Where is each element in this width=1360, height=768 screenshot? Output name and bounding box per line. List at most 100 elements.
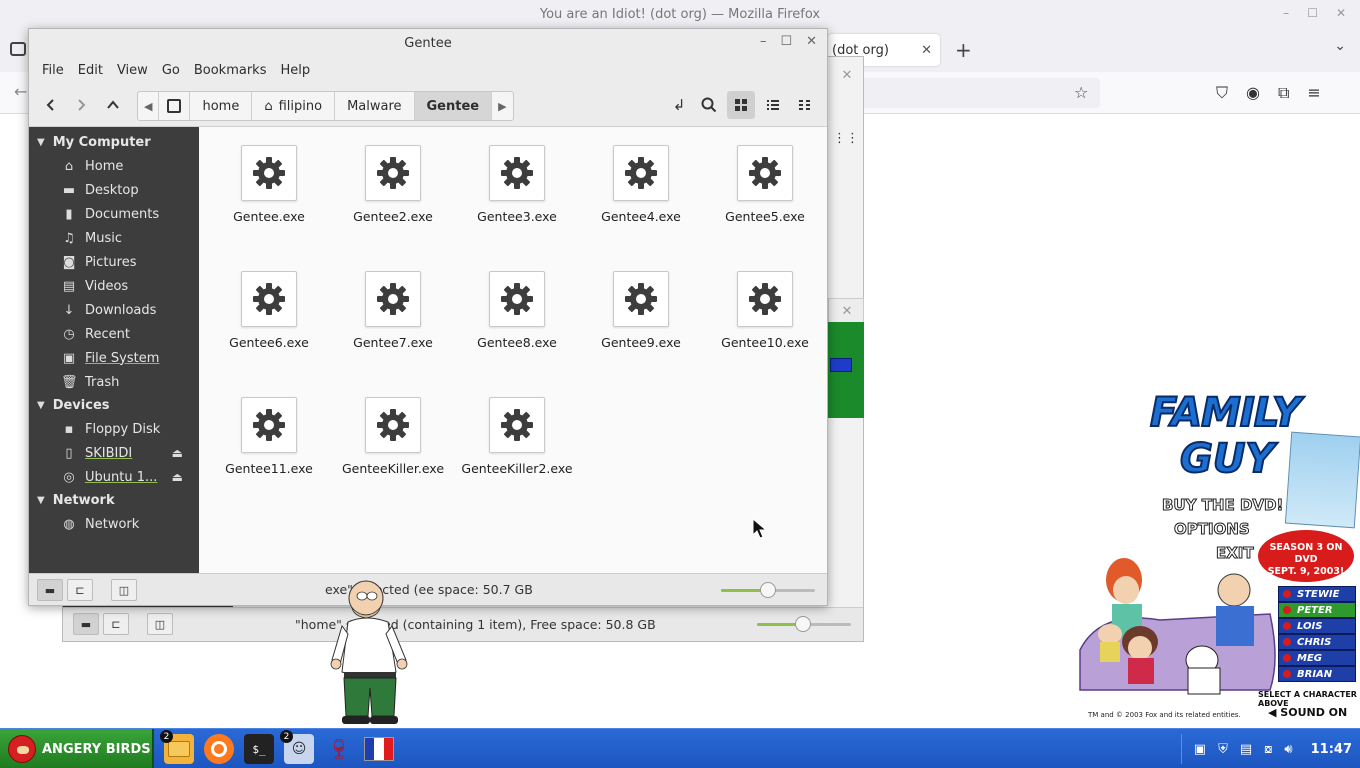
start-button[interactable]: ANGERY BIRDS (0, 729, 154, 768)
sidebar-item-pictures[interactable]: ◙ Pictures (29, 250, 199, 274)
taskbar-wine[interactable]: 🍷︎ (324, 734, 354, 764)
menu-view[interactable]: View (110, 63, 155, 78)
up-button[interactable] (99, 91, 127, 119)
eject-icon[interactable]: ⏏ (172, 470, 183, 484)
sidebar-item-home[interactable]: ⌂ Home (29, 154, 199, 178)
volume-icon[interactable]: 🔊︎ (1284, 742, 1292, 757)
tree-toggle-button[interactable]: ⊏ (103, 613, 129, 635)
sidebar-item-documents[interactable]: ▮ Documents (29, 202, 199, 226)
sidebar-item-downloads[interactable]: ↓ Downloads (29, 298, 199, 322)
sidebar-item-network[interactable]: ◍ Network (29, 512, 199, 536)
zoom-slider-knob[interactable] (760, 582, 776, 598)
shield-icon[interactable]: ⛨ (1218, 742, 1228, 757)
menu-go[interactable]: Go (155, 63, 187, 78)
firefox-view-icon[interactable] (10, 42, 26, 56)
breadcrumb-malware[interactable]: Malware (335, 92, 415, 120)
sidebar-toggle-button[interactable]: ◫ (111, 579, 137, 601)
menu-edit[interactable]: Edit (71, 63, 110, 78)
taskbar-family-app[interactable]: 2 ☺ (280, 730, 314, 764)
breadcrumb-home[interactable]: home (190, 92, 253, 120)
tab-close-icon[interactable]: ✕ (921, 43, 932, 58)
list-tabs-icon[interactable]: ⌄ (1334, 38, 1346, 54)
sidebar-section-devices[interactable]: ▼ Devices (29, 394, 199, 417)
bookmark-star-icon[interactable]: ☆ (1074, 83, 1088, 102)
close-button[interactable]: ✕ (806, 34, 817, 49)
breadcrumb-scroll-left[interactable]: ◀ (138, 92, 160, 120)
sound-toggle[interactable]: ◀ SOUND ON (1268, 706, 1347, 719)
places-toggle-button[interactable]: ▬ (37, 579, 63, 601)
compact-view-button[interactable] (791, 91, 819, 119)
places-toggle-button[interactable]: ▬ (73, 613, 99, 635)
file-item[interactable]: GenteeKiller.exe (331, 379, 455, 489)
menu-file[interactable]: File (35, 63, 71, 78)
file-item[interactable]: Gentee11.exe (207, 379, 331, 489)
character-chris[interactable]: CHRIS (1278, 634, 1356, 650)
minimize-button[interactable]: – (760, 34, 767, 49)
sidebar-item-videos[interactable]: ▤ Videos (29, 274, 199, 298)
sidebar-section-my-computer[interactable]: ▼ My Computer (29, 131, 199, 154)
clipboard-icon[interactable]: ▣ (1194, 742, 1206, 757)
file-item[interactable]: Gentee7.exe (331, 253, 455, 363)
character-brian[interactable]: BRIAN (1278, 666, 1356, 682)
file-item[interactable]: Gentee8.exe (455, 253, 579, 363)
character-stewie[interactable]: STEWIE (1278, 586, 1356, 602)
dialog-close-icon[interactable]: ✕ (836, 68, 858, 86)
file-item[interactable]: Gentee5.exe (703, 127, 827, 237)
file-item[interactable]: Gentee3.exe (455, 127, 579, 237)
file-item[interactable]: Gentee10.exe (703, 253, 827, 363)
file-item[interactable]: Gentee9.exe (579, 253, 703, 363)
pocket-icon[interactable]: ⛉ (1216, 83, 1228, 103)
minimize-button[interactable]: – (1283, 6, 1289, 20)
buy-dvd-link[interactable]: BUY THE DVD! (1161, 496, 1283, 515)
toggle-location-button[interactable] (159, 92, 191, 120)
breadcrumb-scroll-right[interactable]: ▶ (492, 92, 512, 120)
breadcrumb-filipino[interactable]: ⌂ filipino (252, 92, 336, 120)
dialog-close-icon[interactable]: ✕ (836, 304, 858, 322)
sidebar-item-desktop[interactable]: ▬ Desktop (29, 178, 199, 202)
network-icon[interactable]: ⧇ (1264, 742, 1272, 757)
list-view-button[interactable] (759, 91, 787, 119)
maximize-button[interactable]: ☐ (1307, 6, 1318, 20)
file-item[interactable]: Gentee2.exe (331, 127, 455, 237)
forward-button[interactable] (67, 91, 95, 119)
sidebar-section-network[interactable]: ▼ Network (29, 489, 199, 512)
character-meg[interactable]: MEG (1278, 650, 1356, 666)
breadcrumb-gentee[interactable]: Gentee (414, 92, 493, 120)
zoom-slider[interactable] (721, 582, 815, 598)
open-terminal-button[interactable]: ↲ (665, 91, 693, 119)
menu-icon[interactable]: ≡ (1307, 83, 1320, 103)
character-lois[interactable]: LOIS (1278, 618, 1356, 634)
taskbar-terminal[interactable]: $_ (244, 734, 274, 764)
clock[interactable]: 11:47 (1311, 742, 1352, 757)
maximize-button[interactable]: ☐ (780, 34, 792, 49)
file-item[interactable]: Gentee6.exe (207, 253, 331, 363)
account-icon[interactable]: ◉ (1246, 83, 1260, 103)
taskbar-files[interactable]: 2 (160, 730, 194, 764)
sidebar-item-floppy-disk[interactable]: ▪ Floppy Disk (29, 417, 199, 441)
back-arrow-icon[interactable]: ← (14, 82, 27, 101)
notes-icon[interactable]: ▤ (1240, 742, 1252, 757)
taskbar-firefox[interactable] (204, 734, 234, 764)
file-item[interactable]: GenteeKiller2.exe (455, 379, 579, 489)
sidebar-item-trash[interactable]: 🗑︎ Trash (29, 370, 199, 394)
taskbar-french-flag[interactable] (364, 734, 394, 764)
sidebar-toggle-button[interactable]: ◫ (147, 613, 173, 635)
icon-view-button[interactable] (727, 91, 755, 119)
menu-help[interactable]: Help (273, 63, 317, 78)
sidebar-item-file-system[interactable]: ▣ File System (29, 346, 199, 370)
file-item[interactable]: Gentee4.exe (579, 127, 703, 237)
sidebar-item-music[interactable]: ♫ Music (29, 226, 199, 250)
character-peter[interactable]: PETER (1278, 602, 1356, 618)
background-zoom-slider[interactable] (757, 616, 851, 632)
url-bar[interactable] (860, 78, 1100, 108)
menu-bookmarks[interactable]: Bookmarks (187, 63, 274, 78)
tree-toggle-button[interactable]: ⊏ (67, 579, 93, 601)
options-link[interactable]: OPTIONS (1174, 520, 1251, 539)
sidebar-item-recent[interactable]: ◷ Recent (29, 322, 199, 346)
eject-icon[interactable]: ⏏ (172, 446, 183, 460)
new-tab-icon[interactable]: + (955, 38, 972, 62)
sidebar-item-skibidi[interactable]: ▯ SKIBIDI ⏏ (29, 441, 199, 465)
close-button[interactable]: ✕ (1336, 6, 1346, 20)
sidebar-item-ubuntu[interactable]: ◎ Ubuntu 1... ⏏ (29, 465, 199, 489)
file-item[interactable]: Gentee.exe (207, 127, 331, 237)
